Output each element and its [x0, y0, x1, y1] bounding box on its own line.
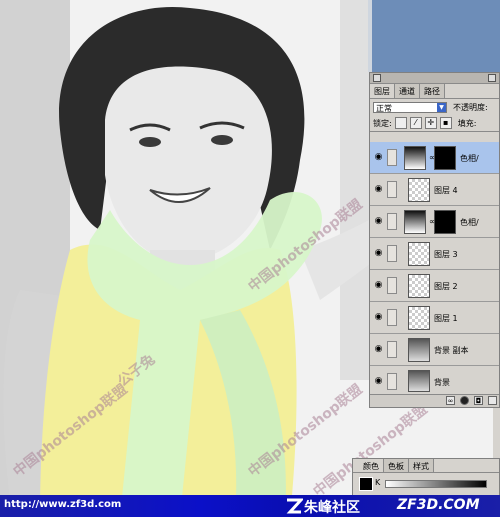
color-tabs: 颜色 色板 样式: [353, 459, 499, 473]
layer-link-cell[interactable]: [387, 277, 397, 294]
layer-row[interactable]: ◉ 图层 4: [370, 174, 499, 206]
layer-link-cell[interactable]: [387, 149, 397, 166]
footer-banner: http://www.zf3d.com 朱峰社区 ZF3D.COM: [0, 495, 500, 517]
site-logo-icon: [286, 498, 303, 514]
eye-icon[interactable]: ◉: [373, 217, 384, 226]
foreground-color-swatch[interactable]: [359, 477, 373, 491]
layer-link-cell[interactable]: [387, 309, 397, 326]
tab-styles[interactable]: 样式: [409, 459, 434, 472]
layer-name: 色相/: [460, 218, 479, 227]
new-set-icon[interactable]: [488, 396, 497, 405]
layer-thumbnail: [408, 370, 430, 392]
desktop-background: [368, 0, 500, 72]
close-icon[interactable]: [373, 74, 381, 82]
layer-row[interactable]: ◉ 背景 副本: [370, 334, 499, 366]
link-layers-icon[interactable]: ∞: [446, 396, 455, 405]
layer-link-cell[interactable]: [387, 341, 397, 358]
eye-icon[interactable]: ◉: [373, 313, 384, 322]
layer-link-cell[interactable]: [387, 373, 397, 390]
layer-row[interactable]: ◉ ∞ 色相/: [370, 206, 499, 238]
layer-link-cell[interactable]: [387, 245, 397, 262]
lock-brush-icon[interactable]: ⁄: [409, 117, 422, 129]
lock-transparency-icon[interactable]: [394, 117, 407, 129]
layer-name: 背景: [434, 378, 450, 387]
layer-thumbnail: [408, 274, 430, 298]
eye-icon[interactable]: ◉: [373, 185, 384, 194]
add-mask-icon[interactable]: ◘: [474, 396, 483, 405]
layer-mask-thumbnail[interactable]: [434, 146, 456, 170]
layer-mask-thumbnail[interactable]: [434, 210, 456, 234]
layer-name: 背景 副本: [434, 346, 469, 355]
k-channel-slider[interactable]: [385, 480, 487, 488]
brand-logo-text: ZF3D.COM: [397, 497, 480, 513]
tab-layers[interactable]: 图层: [370, 84, 395, 98]
blend-mode-select[interactable]: 正常 ▼: [373, 101, 447, 113]
eye-icon[interactable]: ◉: [373, 345, 384, 354]
layer-thumbnail: [408, 338, 430, 362]
color-palette[interactable]: 颜色 色板 样式 K: [352, 458, 500, 498]
layer-name: 图层 1: [434, 314, 458, 323]
site-name: 朱峰社区: [304, 500, 360, 516]
layer-row[interactable]: ◉ ∞ 色相/: [370, 142, 499, 174]
layer-thumbnail: [408, 178, 430, 202]
eye-icon[interactable]: ◉: [373, 249, 384, 258]
lock-label: 锁定:: [373, 118, 392, 128]
channel-label: K: [375, 478, 381, 487]
layers-tabs: 图层 通道 路径: [370, 84, 499, 99]
site-url[interactable]: http://www.zf3d.com: [4, 499, 121, 510]
tab-color[interactable]: 颜色: [359, 459, 384, 472]
layers-bottom-toolbar: ∞ ◘: [370, 394, 499, 407]
tab-paths[interactable]: 路径: [420, 84, 445, 98]
collapse-icon[interactable]: [488, 74, 496, 82]
fill-label: 填充:: [457, 118, 477, 128]
adjustment-thumbnail: [404, 210, 426, 234]
layer-style-icon[interactable]: [460, 396, 469, 405]
layer-row[interactable]: ◉ 图层 1: [370, 302, 499, 334]
lock-move-icon[interactable]: ✛: [424, 117, 437, 129]
layer-link-cell[interactable]: [387, 181, 397, 198]
layer-name: 图层 3: [434, 250, 458, 259]
layer-thumbnail: [408, 306, 430, 330]
layer-row[interactable]: ◉ 背景: [370, 366, 499, 396]
tab-channels[interactable]: 通道: [395, 84, 420, 98]
eye-icon[interactable]: ◉: [373, 377, 384, 386]
layer-name: 色相/: [460, 154, 479, 163]
opacity-label: 不透明度:: [453, 102, 488, 112]
layer-name: 图层 4: [434, 186, 458, 195]
blend-mode-value: 正常: [376, 103, 392, 113]
tab-swatches[interactable]: 色板: [384, 459, 409, 472]
layers-palette[interactable]: 图层 通道 路径 正常 ▼ 不透明度: 锁定: ⁄ ✛ ▪ 填充: ◉ ∞ 色相…: [369, 72, 500, 408]
chevron-down-icon: ▼: [437, 102, 446, 112]
layer-row[interactable]: ◉ 图层 3: [370, 238, 499, 270]
eye-icon[interactable]: ◉: [373, 153, 384, 162]
lock-all-icon[interactable]: ▪: [439, 117, 452, 129]
layer-link-cell[interactable]: [387, 213, 397, 230]
palette-titlebar[interactable]: [370, 73, 499, 84]
layer-name: 图层 2: [434, 282, 458, 291]
layer-row[interactable]: ◉ 图层 2: [370, 270, 499, 302]
eye-icon[interactable]: ◉: [373, 281, 384, 290]
layer-thumbnail: [408, 242, 430, 266]
adjustment-thumbnail: [404, 146, 426, 170]
panel-dock-edge: [493, 408, 500, 458]
